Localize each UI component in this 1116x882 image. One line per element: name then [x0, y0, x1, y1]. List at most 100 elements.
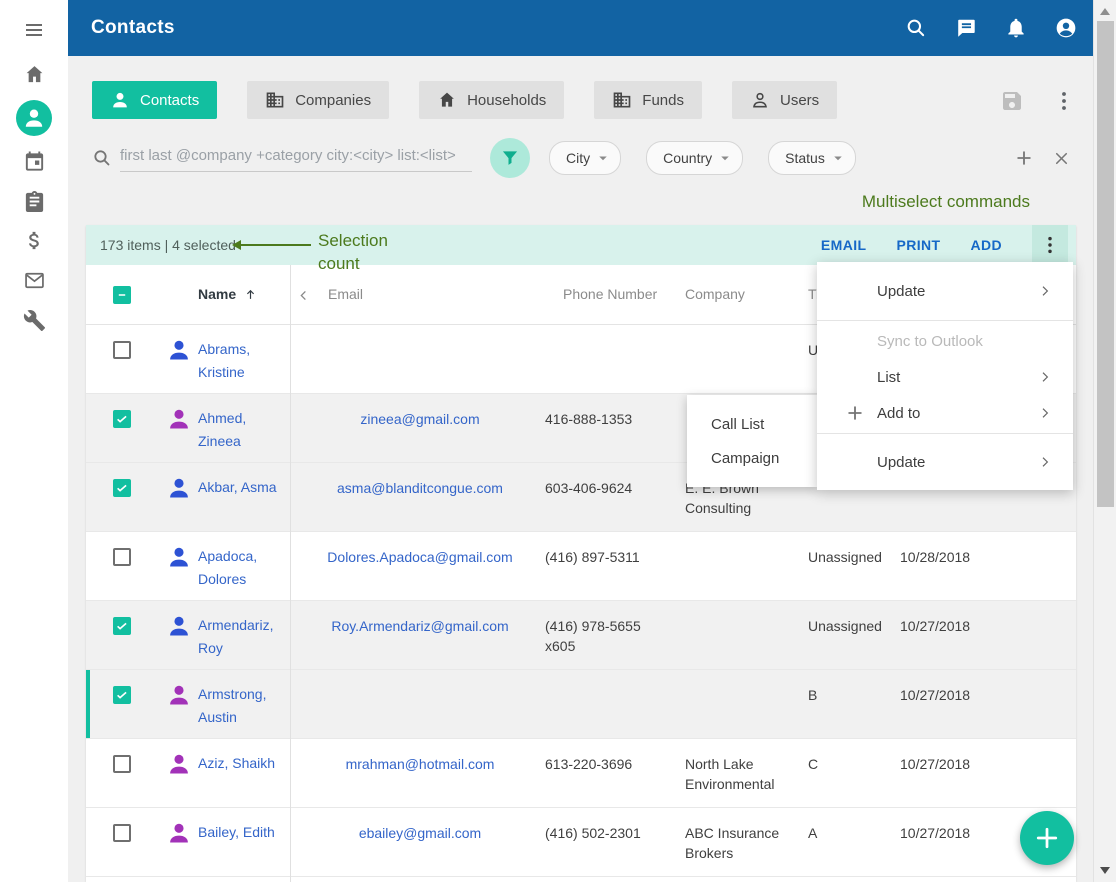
contact-name-link[interactable]: Abrams, Kristine — [198, 338, 290, 384]
tasks-icon — [23, 190, 46, 213]
row-checkbox[interactable] — [113, 755, 131, 773]
sidebar-item-billing[interactable] — [0, 229, 68, 252]
add-contact-fab[interactable] — [1020, 811, 1074, 865]
multiselect-overflow-button[interactable] — [1032, 225, 1068, 265]
table-row[interactable]: Armstrong, AustinB10/27/2018 — [86, 670, 1076, 739]
sidebar-item-mail[interactable] — [0, 269, 68, 292]
row-checkbox[interactable] — [113, 686, 131, 704]
sidebar-item-menu[interactable] — [0, 18, 68, 42]
tab-users[interactable]: Users — [732, 81, 837, 119]
add-button[interactable]: ADD — [970, 237, 1002, 253]
scrollbar-thumb[interactable] — [1097, 21, 1114, 507]
select-all-checkbox[interactable] — [113, 286, 131, 304]
contact-avatar-icon[interactable] — [166, 406, 192, 432]
vertical-scrollbar[interactable] — [1093, 0, 1116, 882]
row-checkbox[interactable] — [113, 341, 131, 359]
menu-item-update[interactable]: Update — [817, 434, 1073, 490]
table-row[interactable]: Bailey, Edithebailey@gmail.com(416) 502-… — [86, 808, 1076, 877]
contact-avatar-icon[interactable] — [166, 475, 192, 501]
sidebar-item-home[interactable] — [0, 63, 68, 86]
tools-icon — [23, 309, 46, 332]
menu-item-label: Update — [877, 454, 925, 471]
contact-avatar-icon[interactable] — [166, 820, 192, 846]
row-checkbox[interactable] — [113, 410, 131, 428]
sidebar-item-calendar[interactable] — [0, 150, 68, 173]
contact-avatar-icon[interactable] — [166, 682, 192, 708]
row-checkbox[interactable] — [113, 479, 131, 497]
column-header-phone[interactable]: Phone Number — [563, 286, 657, 302]
clear-search-icon[interactable] — [1052, 149, 1071, 168]
sidebar-item-contacts[interactable] — [0, 100, 68, 136]
filter-chip-label: City — [566, 150, 590, 166]
contact-date: 10/28/2018 — [900, 547, 995, 567]
page-overflow-menu-button[interactable] — [1052, 89, 1076, 113]
add-to-submenu: Call ListCampaign — [687, 395, 817, 487]
row-checkbox[interactable] — [113, 548, 131, 566]
contact-avatar-icon[interactable] — [166, 337, 192, 363]
sidebar-item-tasks[interactable] — [0, 190, 68, 213]
contact-email[interactable]: zineea@gmail.com — [300, 409, 540, 429]
row-checkbox[interactable] — [113, 824, 131, 842]
multiselect-menu: UpdateSync to OutlookListAdd toUpdate — [817, 262, 1073, 490]
contact-email[interactable]: ebailey@gmail.com — [300, 823, 540, 843]
contact-name-link[interactable]: Bailey, Edith — [198, 821, 290, 844]
collapse-column-icon[interactable] — [296, 288, 311, 303]
tab-contacts[interactable]: Contacts — [92, 81, 217, 119]
sidebar-item-tools[interactable] — [0, 309, 68, 332]
scroll-up-arrow-icon[interactable] — [1100, 8, 1110, 15]
tab-funds[interactable]: Funds — [594, 81, 702, 119]
entity-tabs: Contacts Companies Households Funds Users — [92, 81, 837, 119]
chat-icon[interactable] — [955, 17, 977, 39]
column-header-email[interactable]: Email — [328, 286, 363, 302]
print-button[interactable]: PRINT — [896, 237, 940, 253]
contact-name-link[interactable]: Akbar, Asma — [198, 476, 290, 499]
chevron-right-icon — [1037, 405, 1053, 421]
table-row[interactable]: Armendariz, RoyRoy.Armendariz@gmail.com(… — [86, 601, 1076, 670]
search-icon[interactable] — [905, 17, 927, 39]
contact-avatar-icon[interactable] — [166, 544, 192, 570]
account-icon[interactable] — [1055, 17, 1077, 39]
filter-chip-label: Status — [785, 150, 825, 166]
contact-name-link[interactable]: Aziz, Shaikh — [198, 752, 290, 775]
notifications-icon[interactable] — [1005, 17, 1027, 39]
contact-email[interactable]: asma@blanditcongue.com — [300, 478, 540, 498]
chevron-down-icon — [829, 149, 847, 167]
filter-chip-status[interactable]: Status — [768, 141, 856, 175]
filter-chip-label: Country — [663, 150, 712, 166]
contact-company: ABC Insurance Brokers — [685, 823, 799, 863]
submenu-item-campaign[interactable]: Campaign — [687, 441, 817, 475]
add-filter-icon[interactable] — [1014, 148, 1034, 168]
column-header-name[interactable]: Name — [198, 286, 258, 302]
row-checkbox[interactable] — [113, 617, 131, 635]
filter-chip-country[interactable]: Country — [646, 141, 743, 175]
menu-item-update[interactable]: Update — [817, 262, 1073, 320]
menu-item-sync-to-outlook: Sync to Outlook — [817, 321, 1073, 361]
column-header-name-label: Name — [198, 286, 236, 302]
contact-email[interactable]: Dolores.Apadoca@gmail.com — [300, 547, 540, 567]
tab-companies[interactable]: Companies — [247, 81, 389, 119]
submenu-item-call-list[interactable]: Call List — [687, 407, 817, 441]
menu-item-label: List — [877, 369, 900, 386]
column-header-company[interactable]: Company — [685, 286, 745, 302]
contact-name-link[interactable]: Ahmed, Zineea — [198, 407, 290, 453]
filter-button[interactable] — [490, 138, 530, 178]
menu-item-add-to[interactable]: Add to — [817, 393, 1073, 433]
contact-avatar-icon[interactable] — [166, 751, 192, 777]
contact-name-link[interactable]: Apadoca, Dolores — [198, 545, 290, 591]
menu-item-label: Add to — [877, 405, 920, 422]
menu-item-list[interactable]: List — [817, 361, 1073, 393]
chevron-down-icon — [594, 149, 612, 167]
email-button[interactable]: EMAIL — [821, 237, 867, 253]
filter-chip-city[interactable]: City — [549, 141, 621, 175]
search-input[interactable] — [120, 145, 472, 172]
table-row[interactable]: Aziz, Shaikhmrahman@hotmail.com613-220-3… — [86, 739, 1076, 808]
tab-households[interactable]: Households — [419, 81, 564, 119]
contact-avatar-icon[interactable] — [166, 613, 192, 639]
contact-name-link[interactable]: Armstrong, Austin — [198, 683, 290, 729]
contact-name-link[interactable]: Armendariz, Roy — [198, 614, 290, 660]
scroll-down-arrow-icon[interactable] — [1100, 867, 1110, 874]
contact-email[interactable]: Roy.Armendariz@gmail.com — [300, 616, 540, 636]
table-row[interactable]: Apadoca, Dolores Dolores.Apadoca@gmail.co… — [86, 532, 1076, 601]
contact-email[interactable]: mrahman@hotmail.com — [300, 754, 540, 774]
save-icon[interactable] — [1000, 89, 1024, 113]
